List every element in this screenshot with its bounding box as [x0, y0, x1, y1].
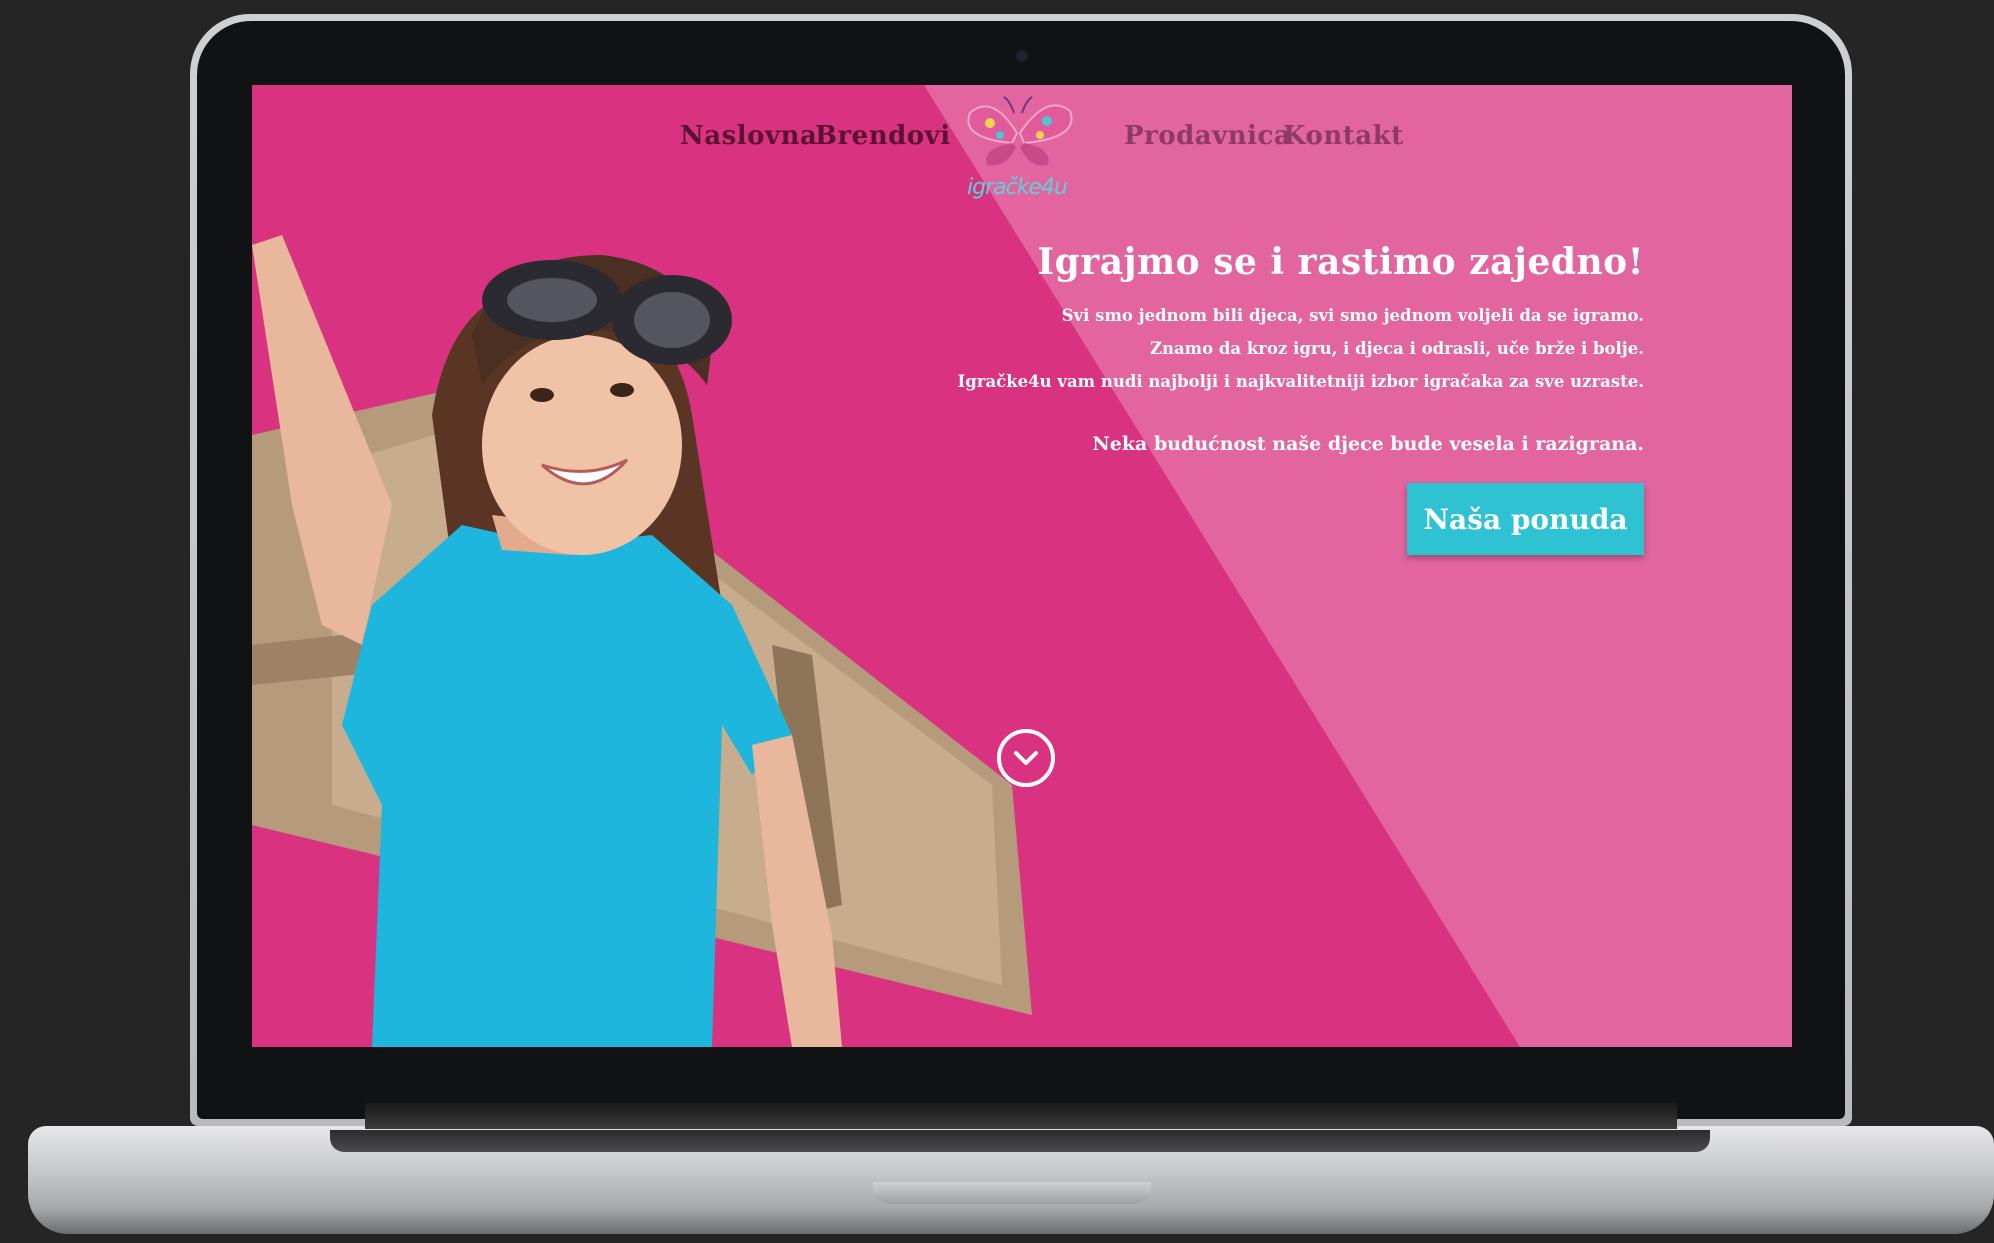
laptop-mockup: Naslovna Brendovi Prodavnica Kontakt igr… — [0, 0, 1994, 1243]
hero-text: Igrajmo se i rastimo zajedno! Svi smo je… — [924, 241, 1644, 461]
laptop-base-groove — [330, 1130, 1710, 1152]
laptop-hinge — [365, 1103, 1677, 1129]
website-screen: Naslovna Brendovi Prodavnica Kontakt igr… — [252, 85, 1792, 1047]
logo-text: igračke4u — [967, 175, 1068, 200]
laptop-base-notch — [873, 1182, 1151, 1204]
nav-item-kontakt[interactable]: Kontakt — [1283, 121, 1404, 151]
chevron-down-icon — [1014, 751, 1038, 765]
nav-item-brendovi[interactable]: Brendovi — [815, 121, 951, 151]
hero-line-3: Igračke4u vam nudi najbolji i najkvalite… — [957, 372, 1644, 391]
hero-line-1: Svi smo jednom bili djeca, svi smo jedno… — [1061, 306, 1644, 325]
hero-line-2: Znamo da kroz igru, i djeca i odrasli, u… — [1149, 339, 1644, 358]
hero-title: Igrajmo se i rastimo zajedno! — [1037, 241, 1644, 283]
hero-tagline: Neka budućnost naše djece bude vesela i … — [1092, 433, 1644, 455]
nasa-ponuda-button[interactable]: Naša ponuda — [1407, 483, 1644, 555]
scroll-down-button[interactable] — [997, 729, 1055, 787]
butterfly-icon — [967, 96, 1073, 166]
nav-item-naslovna[interactable]: Naslovna — [680, 121, 817, 151]
nav-item-prodavnica[interactable]: Prodavnica — [1124, 121, 1291, 151]
hero-image-girl — [252, 235, 1032, 1047]
site-logo[interactable]: igračke4u — [952, 93, 1082, 203]
camera-icon — [1017, 51, 1027, 61]
